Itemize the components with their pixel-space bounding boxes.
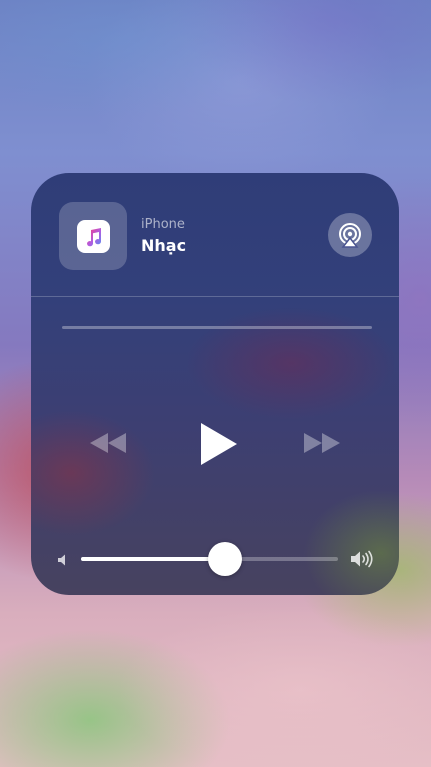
track-title: Nhạc — [141, 236, 187, 255]
volume-slider-thumb[interactable] — [208, 542, 242, 576]
play-icon — [201, 423, 237, 465]
volume-slider-fill — [81, 557, 225, 561]
airplay-icon — [339, 223, 361, 248]
control-center-screen: iPhone Nhạc — [0, 0, 431, 767]
airplay-button[interactable] — [328, 213, 372, 257]
now-playing-header[interactable]: iPhone Nhạc — [31, 173, 399, 297]
rewind-icon — [90, 433, 126, 453]
play-button[interactable] — [194, 420, 242, 468]
music-app-icon — [77, 220, 110, 253]
rewind-button[interactable] — [87, 429, 129, 457]
now-playing-card: iPhone Nhạc — [31, 173, 399, 595]
fast-forward-button[interactable] — [301, 429, 343, 457]
output-device-label: iPhone — [141, 217, 185, 232]
volume-low-icon — [56, 552, 70, 566]
music-note-icon — [86, 227, 101, 246]
header-divider — [31, 296, 399, 297]
playback-scrubber[interactable] — [62, 326, 372, 329]
volume-high-icon — [350, 550, 374, 568]
volume-slider[interactable] — [81, 542, 338, 576]
app-artwork-tile[interactable] — [59, 202, 127, 270]
fast-forward-icon — [304, 433, 340, 453]
